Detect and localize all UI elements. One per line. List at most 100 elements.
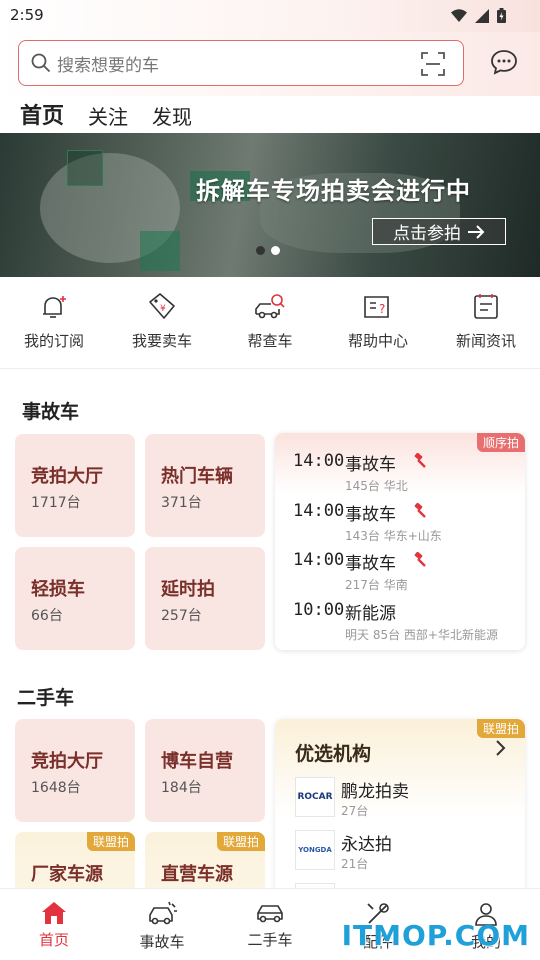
- card-delayed-auction[interactable]: 延时拍 257台: [145, 547, 265, 650]
- chevron-right-icon[interactable]: [495, 739, 507, 757]
- card-title: 延时拍: [161, 579, 215, 600]
- schedule-detail: 143台 华东+山东: [345, 529, 442, 543]
- card-title: 竞拍大厅: [31, 466, 103, 487]
- help-book-icon: ?: [364, 296, 389, 318]
- card-self-operated[interactable]: 博车自营 184台: [145, 719, 265, 822]
- org-name: 鹏龙拍卖: [341, 782, 409, 802]
- schedule-name: 事故车: [345, 554, 396, 574]
- sequential-auction-badge: 顺序拍: [476, 433, 525, 452]
- card-count: 1717台: [31, 495, 81, 511]
- nav-home[interactable]: 首页: [4, 889, 104, 960]
- price-tag-icon: ¥: [149, 293, 175, 319]
- home-icon: [42, 902, 66, 924]
- status-bar: 2:59: [0, 0, 540, 32]
- schedule-time: 10:00: [293, 600, 345, 620]
- shortcut-news[interactable]: 新闻资讯: [436, 290, 536, 360]
- alliance-auction-badge: 联盟拍: [216, 832, 265, 851]
- bell-plus-icon: [43, 296, 66, 318]
- org-logo: YONGDA: [295, 830, 335, 870]
- auction-hammer-icon: [414, 453, 426, 468]
- banner-pagination: [256, 246, 280, 255]
- nav-label: 二手车: [247, 931, 293, 949]
- shortcut-sell-car[interactable]: ¥ 我要卖车: [112, 290, 212, 360]
- card-count: 257台: [161, 608, 202, 624]
- card-title: 热门车辆: [161, 466, 233, 487]
- scan-icon[interactable]: [421, 52, 445, 76]
- alliance-auction-badge: 联盟拍: [476, 719, 525, 738]
- auction-hammer-icon: [414, 552, 426, 567]
- section-divider: [0, 368, 540, 369]
- org-count: 27台: [341, 804, 369, 818]
- shortcut-label: 我要卖车: [131, 332, 192, 350]
- card-count: 66台: [31, 608, 63, 624]
- arrow-right-icon: [468, 224, 485, 239]
- shortcut-label: 新闻资讯: [455, 332, 516, 350]
- wifi-icon: [451, 8, 467, 22]
- pagination-dot[interactable]: [256, 246, 265, 255]
- car-icon: [257, 905, 283, 923]
- section-title-accident: 事故车: [22, 401, 80, 423]
- card-title: 博车自营: [161, 751, 233, 772]
- auction-schedule-panel[interactable]: 顺序拍 14:00 事故车 145台 华北 14:00 事故车 143台 华东+…: [275, 433, 525, 650]
- card-count: 184台: [161, 780, 202, 796]
- auction-hammer-icon: [414, 503, 426, 518]
- search-icon: [31, 53, 51, 73]
- schedule-name: 事故车: [345, 455, 396, 475]
- schedule-detail: 明天 85台 西部+华北新能源: [345, 628, 498, 642]
- banner-decor-square: [67, 150, 103, 186]
- shortcut-check-car[interactable]: 帮查车: [220, 290, 320, 360]
- message-icon[interactable]: [490, 48, 518, 76]
- signal-icon: [475, 8, 489, 23]
- svg-text:¥: ¥: [160, 304, 166, 314]
- schedule-detail: 145台 华北: [345, 479, 408, 493]
- card-title: 轻损车: [31, 579, 85, 600]
- shortcut-row: 我的订阅 ¥ 我要卖车 帮查车 ? 帮助中心 新闻资讯: [0, 290, 540, 360]
- site-watermark: ITMOP.COM: [341, 919, 530, 952]
- card-light-damage[interactable]: 轻损车 66台: [15, 547, 135, 650]
- card-accident-auction-hall[interactable]: 竞拍大厅 1717台: [15, 434, 135, 537]
- shortcut-label: 我的订阅: [23, 332, 84, 350]
- orgs-title: 优选机构: [295, 743, 372, 765]
- shortcut-subscribe[interactable]: 我的订阅: [4, 290, 104, 360]
- shortcut-label: 帮助中心: [347, 332, 408, 350]
- schedule-time: 14:00: [293, 451, 345, 471]
- card-title: 厂家车源: [31, 864, 103, 885]
- tab-follow[interactable]: 关注: [88, 101, 128, 130]
- card-used-auction-hall[interactable]: 竞拍大厅 1648台: [15, 719, 135, 822]
- card-title: 直营车源: [161, 864, 233, 885]
- status-icons: [451, 8, 506, 23]
- org-count: 21台: [341, 857, 369, 871]
- alliance-auction-badge: 联盟拍: [86, 832, 135, 851]
- pagination-dot-active[interactable]: [271, 246, 280, 255]
- accident-car-icon: [149, 901, 177, 925]
- card-count: 371台: [161, 495, 202, 511]
- svg-text:?: ?: [379, 302, 385, 316]
- card-count: 1648台: [31, 780, 81, 796]
- schedule-time: 14:00: [293, 550, 345, 570]
- tab-home[interactable]: 首页: [20, 98, 65, 136]
- banner-decor-square: [140, 231, 180, 271]
- org-name: 永达拍: [341, 835, 392, 855]
- schedule-name: 事故车: [345, 505, 396, 525]
- banner-cta-button[interactable]: 点击参拍: [372, 218, 506, 245]
- schedule-detail: 217台 华南: [345, 578, 408, 592]
- banner-cta-label: 点击参拍: [393, 224, 461, 244]
- search-input[interactable]: 搜索想要的车: [18, 40, 464, 86]
- shortcut-help[interactable]: ? 帮助中心: [328, 290, 428, 360]
- tab-discover[interactable]: 发现: [152, 101, 192, 130]
- status-time: 2:59: [10, 6, 44, 24]
- promo-banner[interactable]: 拆解车专场拍卖会进行中 点击参拍: [0, 133, 540, 277]
- preferred-orgs-panel[interactable]: 联盟拍 优选机构 ROCAR 鹏龙拍卖 27台 YONGDA 永达拍 21台 盛…: [275, 719, 525, 899]
- org-logo: ROCAR: [295, 777, 335, 817]
- section-title-used: 二手车: [17, 687, 75, 709]
- news-icon: [474, 294, 498, 319]
- battery-icon: [497, 8, 506, 23]
- car-search-icon: [255, 294, 285, 319]
- schedule-name: 新能源: [345, 604, 396, 624]
- card-hot-vehicles[interactable]: 热门车辆 371台: [145, 434, 265, 537]
- banner-headline: 拆解车专场拍卖会进行中: [196, 177, 471, 205]
- schedule-time: 14:00: [293, 501, 345, 521]
- nav-used-car[interactable]: 二手车: [220, 889, 320, 960]
- nav-accident-car[interactable]: 事故车: [112, 889, 212, 960]
- top-tabs: 首页 关注 发现: [20, 98, 192, 136]
